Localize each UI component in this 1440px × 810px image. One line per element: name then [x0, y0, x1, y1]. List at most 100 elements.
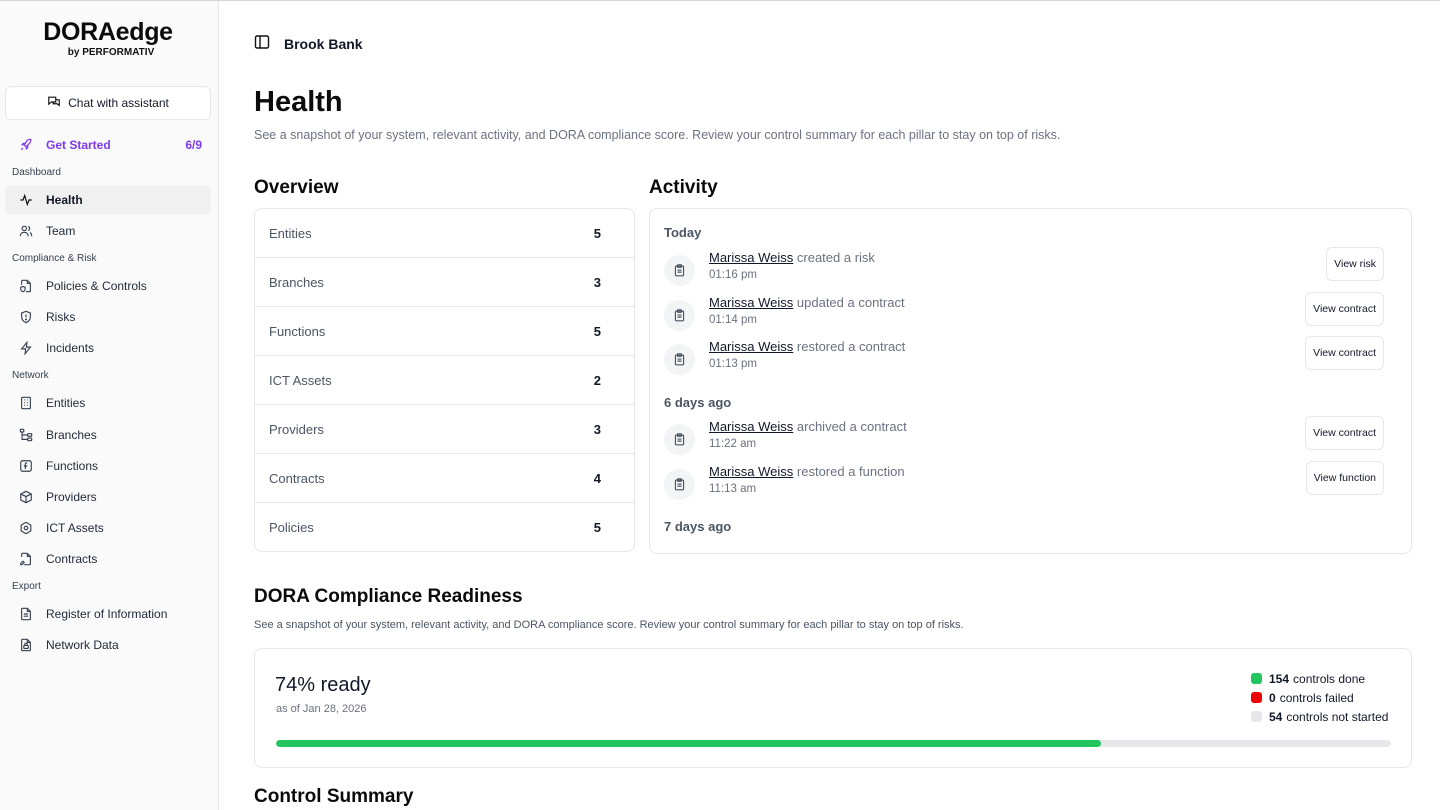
- overview-row[interactable]: Contracts 4: [255, 454, 634, 503]
- chat-icon: [47, 95, 61, 112]
- overview-value: 5: [593, 323, 601, 339]
- sidebar-item-label: Contracts: [46, 552, 98, 566]
- sidebar-item-functions[interactable]: Functions: [5, 452, 211, 480]
- file-shield-icon: [18, 279, 33, 294]
- sidebar-item-incidents[interactable]: Incidents: [5, 334, 211, 362]
- activity-item: Marissa Weiss archived a contract 11:22 …: [664, 416, 1384, 464]
- legend-count: 54: [1269, 709, 1283, 724]
- sidebar-item-label: Risks: [46, 310, 76, 324]
- sidebar-item-label: Team: [46, 224, 76, 238]
- sidebar-item-policies-controls[interactable]: Policies & Controls: [5, 272, 211, 300]
- sidebar-item-label: Branches: [46, 428, 97, 442]
- overview-row[interactable]: Providers 3: [255, 405, 634, 454]
- view-contract-button[interactable]: View contract: [1305, 292, 1384, 326]
- activity-item: Marissa Weiss updated a contract 01:14 p…: [664, 292, 1384, 340]
- overview-row[interactable]: Branches 3: [255, 258, 634, 307]
- section-label-network: Network: [12, 370, 49, 381]
- sidebar-item-risks[interactable]: Risks: [5, 303, 211, 331]
- view-contract-button[interactable]: View contract: [1305, 336, 1384, 370]
- dora-readiness-title: DORA Compliance Readiness: [254, 586, 523, 607]
- sidebar-item-providers[interactable]: Providers: [5, 483, 211, 511]
- overview-label: Contracts: [269, 470, 325, 486]
- section-label-dashboard: Dashboard: [12, 167, 61, 178]
- overview-card: Entities 5 Branches 3 Functions 5 ICT Asset…: [254, 208, 635, 552]
- overview-label: Policies: [269, 520, 314, 535]
- main-content: Brook Bank Health See a snapshot of your…: [219, 0, 1440, 810]
- legend-swatch: [1251, 673, 1262, 684]
- activity-user-link[interactable]: Marissa Weiss: [709, 419, 793, 434]
- activity-item: Marissa Weiss restored a function 11:13 …: [664, 461, 1384, 509]
- sidebar-item-label: Functions: [46, 459, 99, 473]
- activity-user-link[interactable]: Marissa Weiss: [709, 295, 793, 310]
- activity-action: restored a function: [793, 464, 905, 479]
- view-function-button[interactable]: View function: [1305, 461, 1384, 495]
- sidebar-item-get-started[interactable]: Get Started 6/9: [5, 131, 211, 159]
- activity-user-link[interactable]: Marissa Weiss: [709, 464, 793, 479]
- overview-value: 3: [593, 274, 601, 290]
- activity-user-link[interactable]: Marissa Weiss: [709, 339, 793, 354]
- activity-action: archived a contract: [793, 419, 907, 434]
- sidebar-item-label: Policies & Controls: [46, 279, 147, 293]
- activity-group-today: Today: [664, 225, 702, 240]
- legend-failed: 0 controls failed: [1251, 688, 1388, 707]
- get-started-progress: 6/9: [185, 138, 202, 152]
- activity-item: Marissa Weiss restored a contract 01:13 …: [664, 336, 1384, 384]
- overview-label: Providers: [269, 421, 324, 437]
- view-contract-button[interactable]: View contract: [1305, 416, 1384, 450]
- activity-action: updated a contract: [793, 295, 905, 310]
- activity-icon: [18, 193, 33, 208]
- overview-row[interactable]: Entities 5: [255, 209, 634, 258]
- overview-value: 5: [593, 520, 601, 535]
- overview-row[interactable]: Functions 5: [255, 307, 634, 356]
- sidebar-item-register-of-information[interactable]: Register of Information: [5, 600, 211, 628]
- view-risk-button[interactable]: View risk: [1326, 247, 1384, 281]
- overview-value: 3: [593, 421, 601, 437]
- dora-readiness-subtitle: See a snapshot of your system, relevant …: [254, 619, 964, 631]
- sidebar-item-label: Entities: [46, 396, 86, 410]
- overview-label: ICT Assets: [269, 372, 332, 388]
- file-lock-icon: [18, 638, 33, 653]
- clipboard-icon: [664, 255, 695, 286]
- sidebar-item-branches[interactable]: Branches: [5, 421, 211, 449]
- sidebar-item-ict-assets[interactable]: ICT Assets: [5, 514, 211, 542]
- control-summary-title: Control Summary: [254, 786, 414, 807]
- sidebar-item-entities[interactable]: Entities: [5, 389, 211, 417]
- sidebar: DORAedge by PERFORMATIV Chat with assist…: [0, 0, 219, 810]
- rocket-icon: [18, 138, 33, 153]
- brand-logo[interactable]: DORAedge by PERFORMATIV: [0, 18, 216, 59]
- chat-with-assistant-button[interactable]: Chat with assistant: [5, 86, 211, 120]
- overview-value: 2: [593, 372, 601, 388]
- activity-title: Activity: [649, 177, 718, 198]
- overview-label: Functions: [269, 323, 326, 339]
- sidebar-item-contracts[interactable]: Contracts: [5, 545, 211, 573]
- sidebar-item-label: Network Data: [46, 638, 119, 652]
- overview-row[interactable]: ICT Assets 2: [255, 356, 634, 405]
- activity-time: 01:13 pm: [709, 358, 757, 370]
- dora-readiness-card: 74% ready as of Jan 28, 2026 154 controls…: [254, 648, 1412, 768]
- sidebar-item-team[interactable]: Team: [5, 217, 211, 245]
- org-name: Brook Bank: [284, 35, 363, 52]
- file-signature-icon: [18, 552, 33, 567]
- breadcrumb: Brook Bank: [254, 34, 363, 53]
- section-label-export: Export: [12, 581, 41, 592]
- activity-time: 11:22 am: [709, 438, 757, 450]
- overview-label: Branches: [269, 274, 324, 290]
- sidebar-item-label: Providers: [46, 490, 97, 504]
- branches-icon: [18, 428, 33, 443]
- sidebar-toggle-icon[interactable]: [254, 34, 270, 53]
- brand-name: DORAedge: [43, 18, 173, 46]
- sidebar-item-label: Incidents: [46, 341, 95, 355]
- sidebar-item-network-data[interactable]: Network Data: [5, 631, 211, 659]
- activity-action: created a risk: [793, 250, 875, 265]
- sidebar-item-health[interactable]: Health: [5, 186, 211, 214]
- activity-time: 01:14 pm: [709, 314, 757, 326]
- activity-group-7-days-ago: 7 days ago: [664, 519, 732, 534]
- overview-value: 5: [593, 225, 601, 241]
- chat-label: Chat with assistant: [68, 96, 169, 110]
- overview-row[interactable]: Policies 5: [255, 503, 634, 551]
- activity-user-link[interactable]: Marissa Weiss: [709, 250, 793, 265]
- legend-label: controls failed: [1279, 690, 1354, 705]
- sidebar-item-label: Register of Information: [46, 607, 168, 621]
- activity-group-6-days-ago: 6 days ago: [664, 395, 732, 410]
- legend-count: 0: [1269, 690, 1276, 705]
